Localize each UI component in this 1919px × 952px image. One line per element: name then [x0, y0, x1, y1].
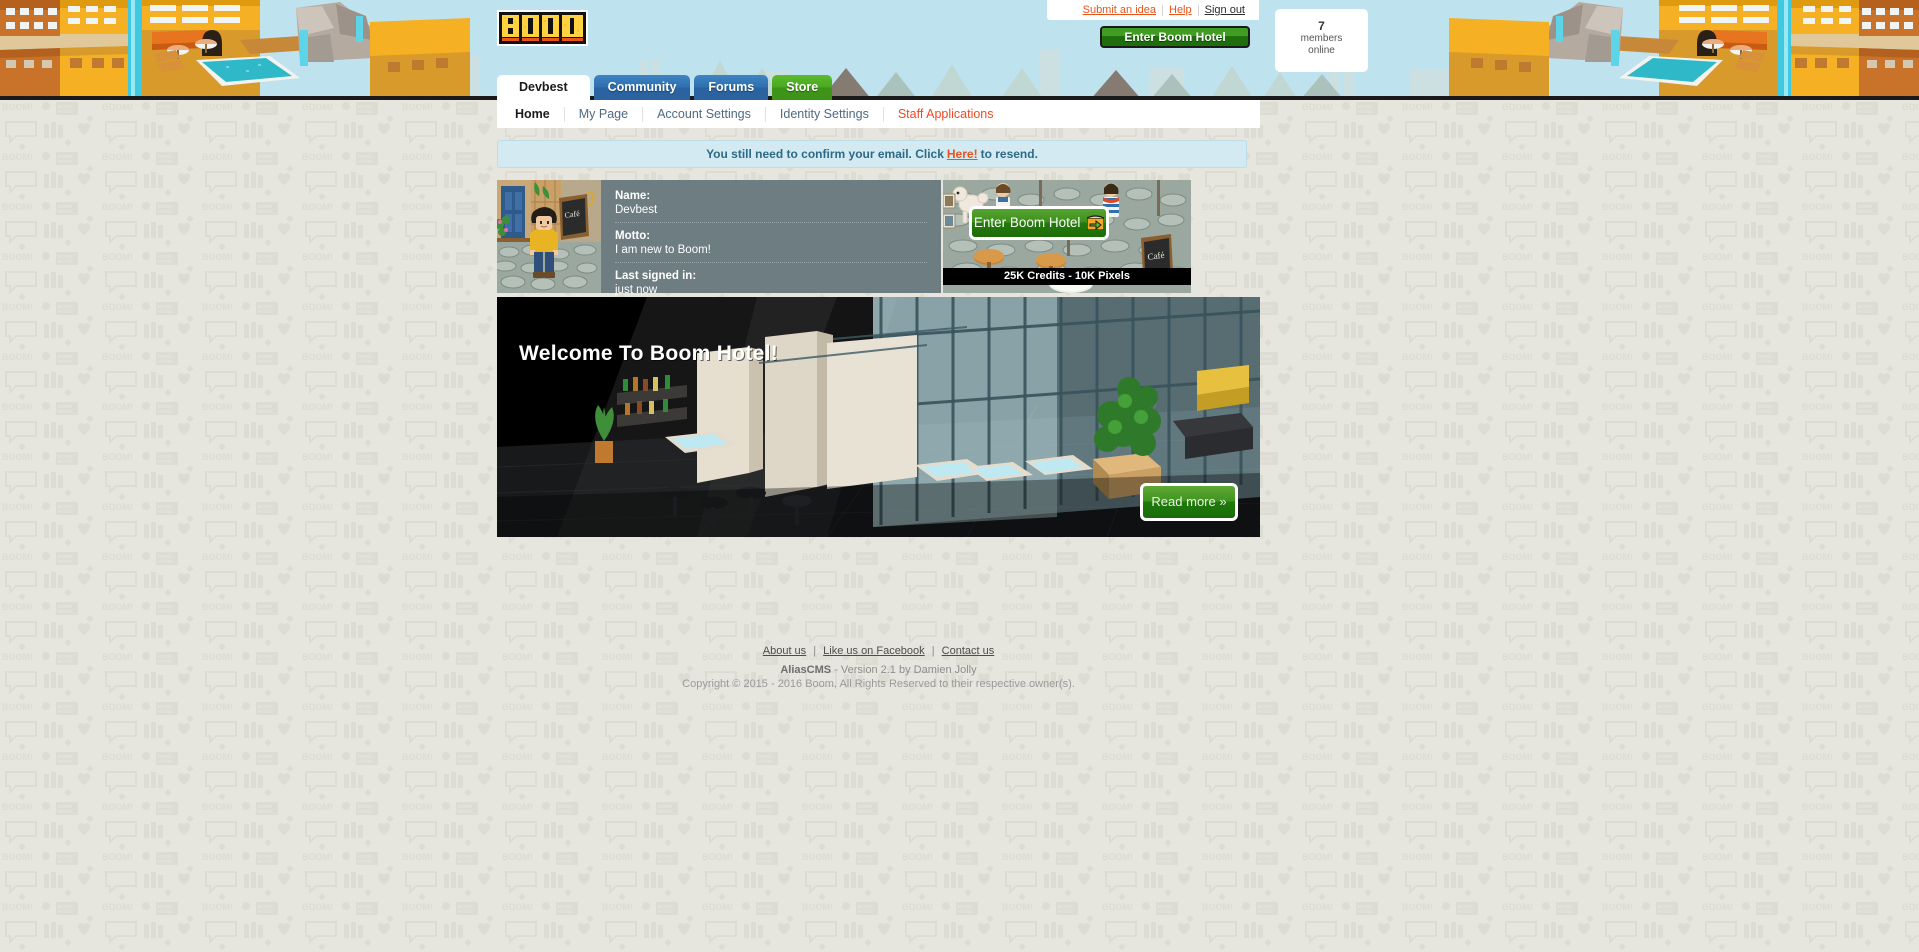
subnav-item-identity-settings[interactable]: Identity Settings [766, 107, 883, 121]
members-online-label-1: members [1300, 33, 1343, 44]
profile-motto-label: Motto: [615, 230, 651, 242]
door-arrow-icon [1086, 212, 1105, 231]
profile-motto-field: Motto: I am new to Boom! [615, 229, 927, 257]
tab-community[interactable]: Community [593, 75, 691, 100]
isometric-building-left-icon [0, 0, 470, 100]
main-content-column: You still need to confirm your email. Cl… [497, 140, 1260, 537]
submit-idea-link[interactable]: Submit an idea [1077, 4, 1162, 16]
profile-last-signed-label: Last signed in: [615, 270, 697, 282]
tab-devbest[interactable]: Devbest [497, 75, 590, 100]
enter-boom-hotel-promo-button[interactable]: Enter Boom Hotel [969, 206, 1109, 240]
members-online-count: 7 [1318, 19, 1325, 33]
footer-link-separator: | [813, 645, 817, 657]
footer-cms-version: - Version 2.1 by Damien Jolly [831, 664, 977, 676]
help-link[interactable]: Help [1163, 4, 1198, 16]
isometric-building-right-icon [1449, 0, 1919, 100]
footer-copyright: Copyright © 2015 - 2016 Boom, All Rights… [682, 678, 1075, 690]
footer-link-contact-us[interactable]: Contact us [938, 645, 999, 657]
sign-out-link[interactable]: Sign out [1199, 4, 1251, 16]
promo-panel: Café Enter Boom Hotel 25K Credits - 10K … [943, 180, 1191, 293]
page-footer: About us | Like us on Facebook | Contact… [497, 645, 1260, 690]
footer-link-about-us[interactable]: About us [759, 645, 810, 657]
read-more-button[interactable]: Read more » [1140, 483, 1238, 521]
footer-links: About us | Like us on Facebook | Contact… [497, 645, 1260, 657]
promo-button-label: Enter Boom Hotel [973, 215, 1081, 230]
tab-forums[interactable]: Forums [694, 75, 769, 100]
resend-email-link[interactable]: Here! [947, 147, 978, 161]
main-tab-bar: Devbest Community Forums Store [497, 75, 833, 100]
footer-cms-name: AliasCMS [780, 664, 832, 676]
profile-last-signed-value: just now [615, 284, 658, 296]
enter-boom-hotel-header-button[interactable]: Enter Boom Hotel [1100, 26, 1250, 48]
alert-text-before: You still need to confirm your email. Cl… [706, 147, 944, 161]
members-online-widget: 7 members online [1275, 9, 1368, 72]
hero-title: Welcome To Boom Hotel! [519, 342, 778, 365]
subnav-item-home[interactable]: Home [515, 107, 564, 121]
avatar-figure-icon: Café [497, 180, 601, 293]
alert-text-after: to resend. [980, 147, 1038, 161]
boom-logo-icon [499, 12, 586, 44]
profile-last-signed-field: Last signed in: just now [615, 269, 927, 297]
profile-divider [615, 222, 927, 223]
tab-store[interactable]: Store [772, 75, 833, 100]
profile-divider [615, 262, 927, 263]
boom-logo[interactable] [497, 10, 588, 46]
promo-caption: 25K Credits - 10K Pixels [943, 268, 1191, 285]
profile-name-label: Name: [615, 190, 651, 202]
footer-cms-credit: AliasCMS - Version 2.1 by Damien Jolly [497, 664, 1260, 676]
subnav-item-staff-applications[interactable]: Staff Applications [884, 107, 1008, 121]
footer-link-facebook[interactable]: Like us on Facebook [819, 645, 929, 657]
header-banner-artwork [0, 0, 1919, 100]
profile-info-box: Name: Devbest Motto: I am new to Boom! L… [601, 180, 941, 296]
subnav-item-my-page[interactable]: My Page [565, 107, 642, 121]
profile-summary-row: Café Name: Devbest Motto: I am new to Bo… [497, 180, 1260, 296]
sub-navigation-bar: Home My Page Account Settings Identity S… [497, 100, 1260, 128]
profile-motto-value: I am new to Boom! [615, 244, 711, 256]
profile-name-field: Name: Devbest [615, 189, 927, 217]
avatar-scene: Café [497, 180, 601, 293]
subnav-item-account-settings[interactable]: Account Settings [643, 107, 765, 121]
footer-link-separator: | [931, 645, 935, 657]
email-confirmation-alert: You still need to confirm your email. Cl… [497, 140, 1247, 168]
hero-banner: Welcome To Boom Hotel! Read more » [497, 297, 1260, 537]
members-online-label-2: online [1308, 45, 1335, 56]
profile-name-value: Devbest [615, 204, 658, 216]
top-utility-links: Submit an idea Help Sign out [1047, 0, 1259, 20]
